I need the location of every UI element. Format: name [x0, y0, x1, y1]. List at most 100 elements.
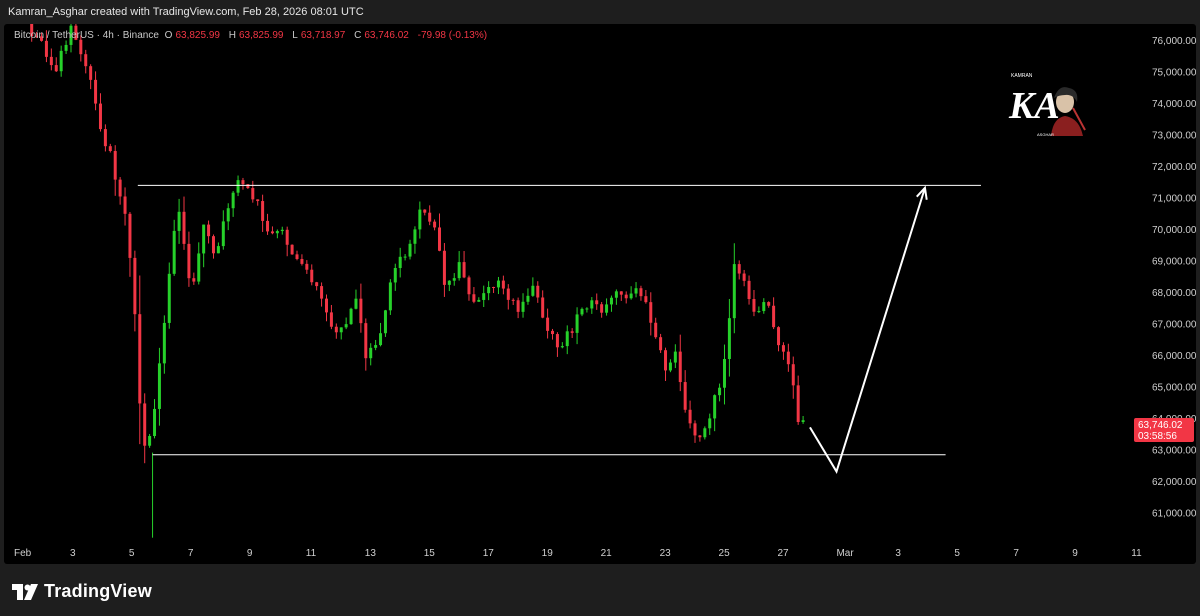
candle-body	[531, 285, 535, 296]
candle-body	[54, 65, 58, 72]
candle-body	[472, 294, 476, 302]
candle-body	[157, 363, 161, 409]
candle-body	[492, 287, 496, 289]
candle-body	[590, 300, 594, 309]
time-tick-label: Mar	[836, 548, 854, 559]
candle-body	[128, 213, 132, 258]
candle-body	[162, 322, 166, 364]
watermark-bottom-text: ASGHAR	[1037, 132, 1054, 137]
price-axis: 61,000.0062,000.0063,000.0064,000.0065,0…	[1134, 36, 1196, 519]
candle-body	[103, 129, 107, 147]
candle-body	[413, 229, 417, 244]
candle-body	[138, 314, 142, 404]
time-tick-label: 19	[542, 548, 554, 559]
candle-countdown-text: 03:58:56	[1138, 431, 1177, 442]
candle-body	[438, 227, 442, 251]
candle-body	[511, 299, 515, 301]
candle-body	[727, 318, 731, 360]
candle-body	[197, 253, 201, 282]
candle-body	[423, 209, 427, 213]
annotations-layer	[137, 184, 981, 474]
candle-body	[767, 302, 771, 306]
candle-body	[383, 310, 387, 334]
candle-body	[516, 300, 520, 312]
candle-body	[202, 224, 206, 254]
time-tick-label: 21	[601, 548, 613, 559]
time-axis: Feb 3 5 7 9 11 13 15 17 19 21 23 25 27 Mar 3 5 7 9 11	[14, 548, 1142, 559]
candle-body	[762, 302, 766, 312]
price-tick-label: 71,000.00	[1152, 193, 1196, 204]
candle-body	[153, 408, 157, 437]
candle-body	[536, 285, 540, 298]
candle-body	[659, 337, 663, 351]
candle-body	[718, 387, 722, 396]
chart-attribution: Kamran_Asghar created with TradingView.c…	[8, 6, 364, 18]
candle-body	[261, 201, 265, 221]
candle-body	[113, 151, 117, 180]
candle-body	[329, 312, 333, 327]
candle-body	[379, 333, 383, 346]
time-tick-label: 23	[660, 548, 672, 559]
candle-body	[777, 327, 781, 346]
candle-body	[334, 326, 338, 333]
candle-body	[668, 362, 672, 371]
top-bar: Kamran_Asghar created with TradingView.c…	[0, 0, 1200, 24]
candle-body	[600, 304, 604, 313]
candle-body	[148, 436, 152, 446]
candle-body	[118, 179, 122, 197]
symbol-name[interactable]: Bitcoin / TetherUS · 4h · Binance	[14, 30, 159, 41]
candle-body	[639, 288, 643, 297]
candle-body	[207, 224, 211, 237]
candle-body	[467, 277, 471, 295]
tradingview-brand[interactable]: TradingView	[12, 581, 152, 602]
time-tick-label: 9	[247, 548, 253, 559]
tradingview-logo-icon	[12, 583, 38, 600]
candle-body	[546, 317, 550, 331]
candle-body	[487, 287, 491, 294]
candle-body	[270, 231, 274, 234]
candle-body	[605, 304, 609, 313]
candle-body	[619, 291, 623, 295]
price-tick-label: 76,000.00	[1152, 36, 1196, 47]
candle-body	[673, 351, 677, 363]
current-price-text: 63,746.02	[1138, 420, 1183, 431]
candle-body	[565, 331, 569, 347]
chart-panel[interactable]: 61,000.0062,000.0063,000.0064,000.0065,0…	[4, 24, 1196, 564]
candle-body	[698, 435, 702, 438]
candle-body	[143, 403, 147, 446]
time-tick-label: 27	[777, 548, 789, 559]
watermark-initials: KA	[1008, 85, 1060, 127]
candle-body	[187, 243, 191, 279]
candle-body	[349, 308, 353, 325]
candle-body	[231, 192, 235, 209]
candle-body	[305, 263, 309, 270]
candle-body	[123, 196, 127, 214]
candle-body	[560, 346, 564, 348]
candle-body	[447, 280, 451, 285]
candle-body	[251, 188, 255, 200]
time-tick-label: 3	[70, 548, 76, 559]
candle-body	[732, 264, 736, 319]
brand-name: TradingView	[44, 581, 152, 601]
price-tick-label: 74,000.00	[1152, 99, 1196, 110]
candle-body	[781, 345, 785, 352]
candle-body	[649, 302, 653, 323]
candle-body	[609, 297, 613, 305]
candle-body	[772, 305, 776, 328]
candle-body	[44, 40, 48, 57]
candle-body	[506, 288, 510, 300]
price-tick-label: 61,000.00	[1152, 508, 1196, 519]
change-value: -79.98 (-0.13%)	[417, 30, 488, 41]
candles-layer	[30, 24, 805, 538]
candle-body	[354, 298, 358, 309]
candle-body	[403, 256, 407, 258]
price-tick-label: 65,000.00	[1152, 382, 1196, 393]
candle-body	[595, 300, 599, 305]
time-tick-label: 7	[188, 548, 194, 559]
time-tick-label: Feb	[14, 548, 32, 559]
candle-body	[408, 243, 412, 257]
symbol-legend[interactable]: Bitcoin / TetherUS · 4h · Binance O 63,82…	[14, 30, 490, 41]
candle-body	[344, 324, 348, 328]
time-tick-label: 11	[1131, 548, 1142, 559]
candle-body	[398, 256, 402, 269]
